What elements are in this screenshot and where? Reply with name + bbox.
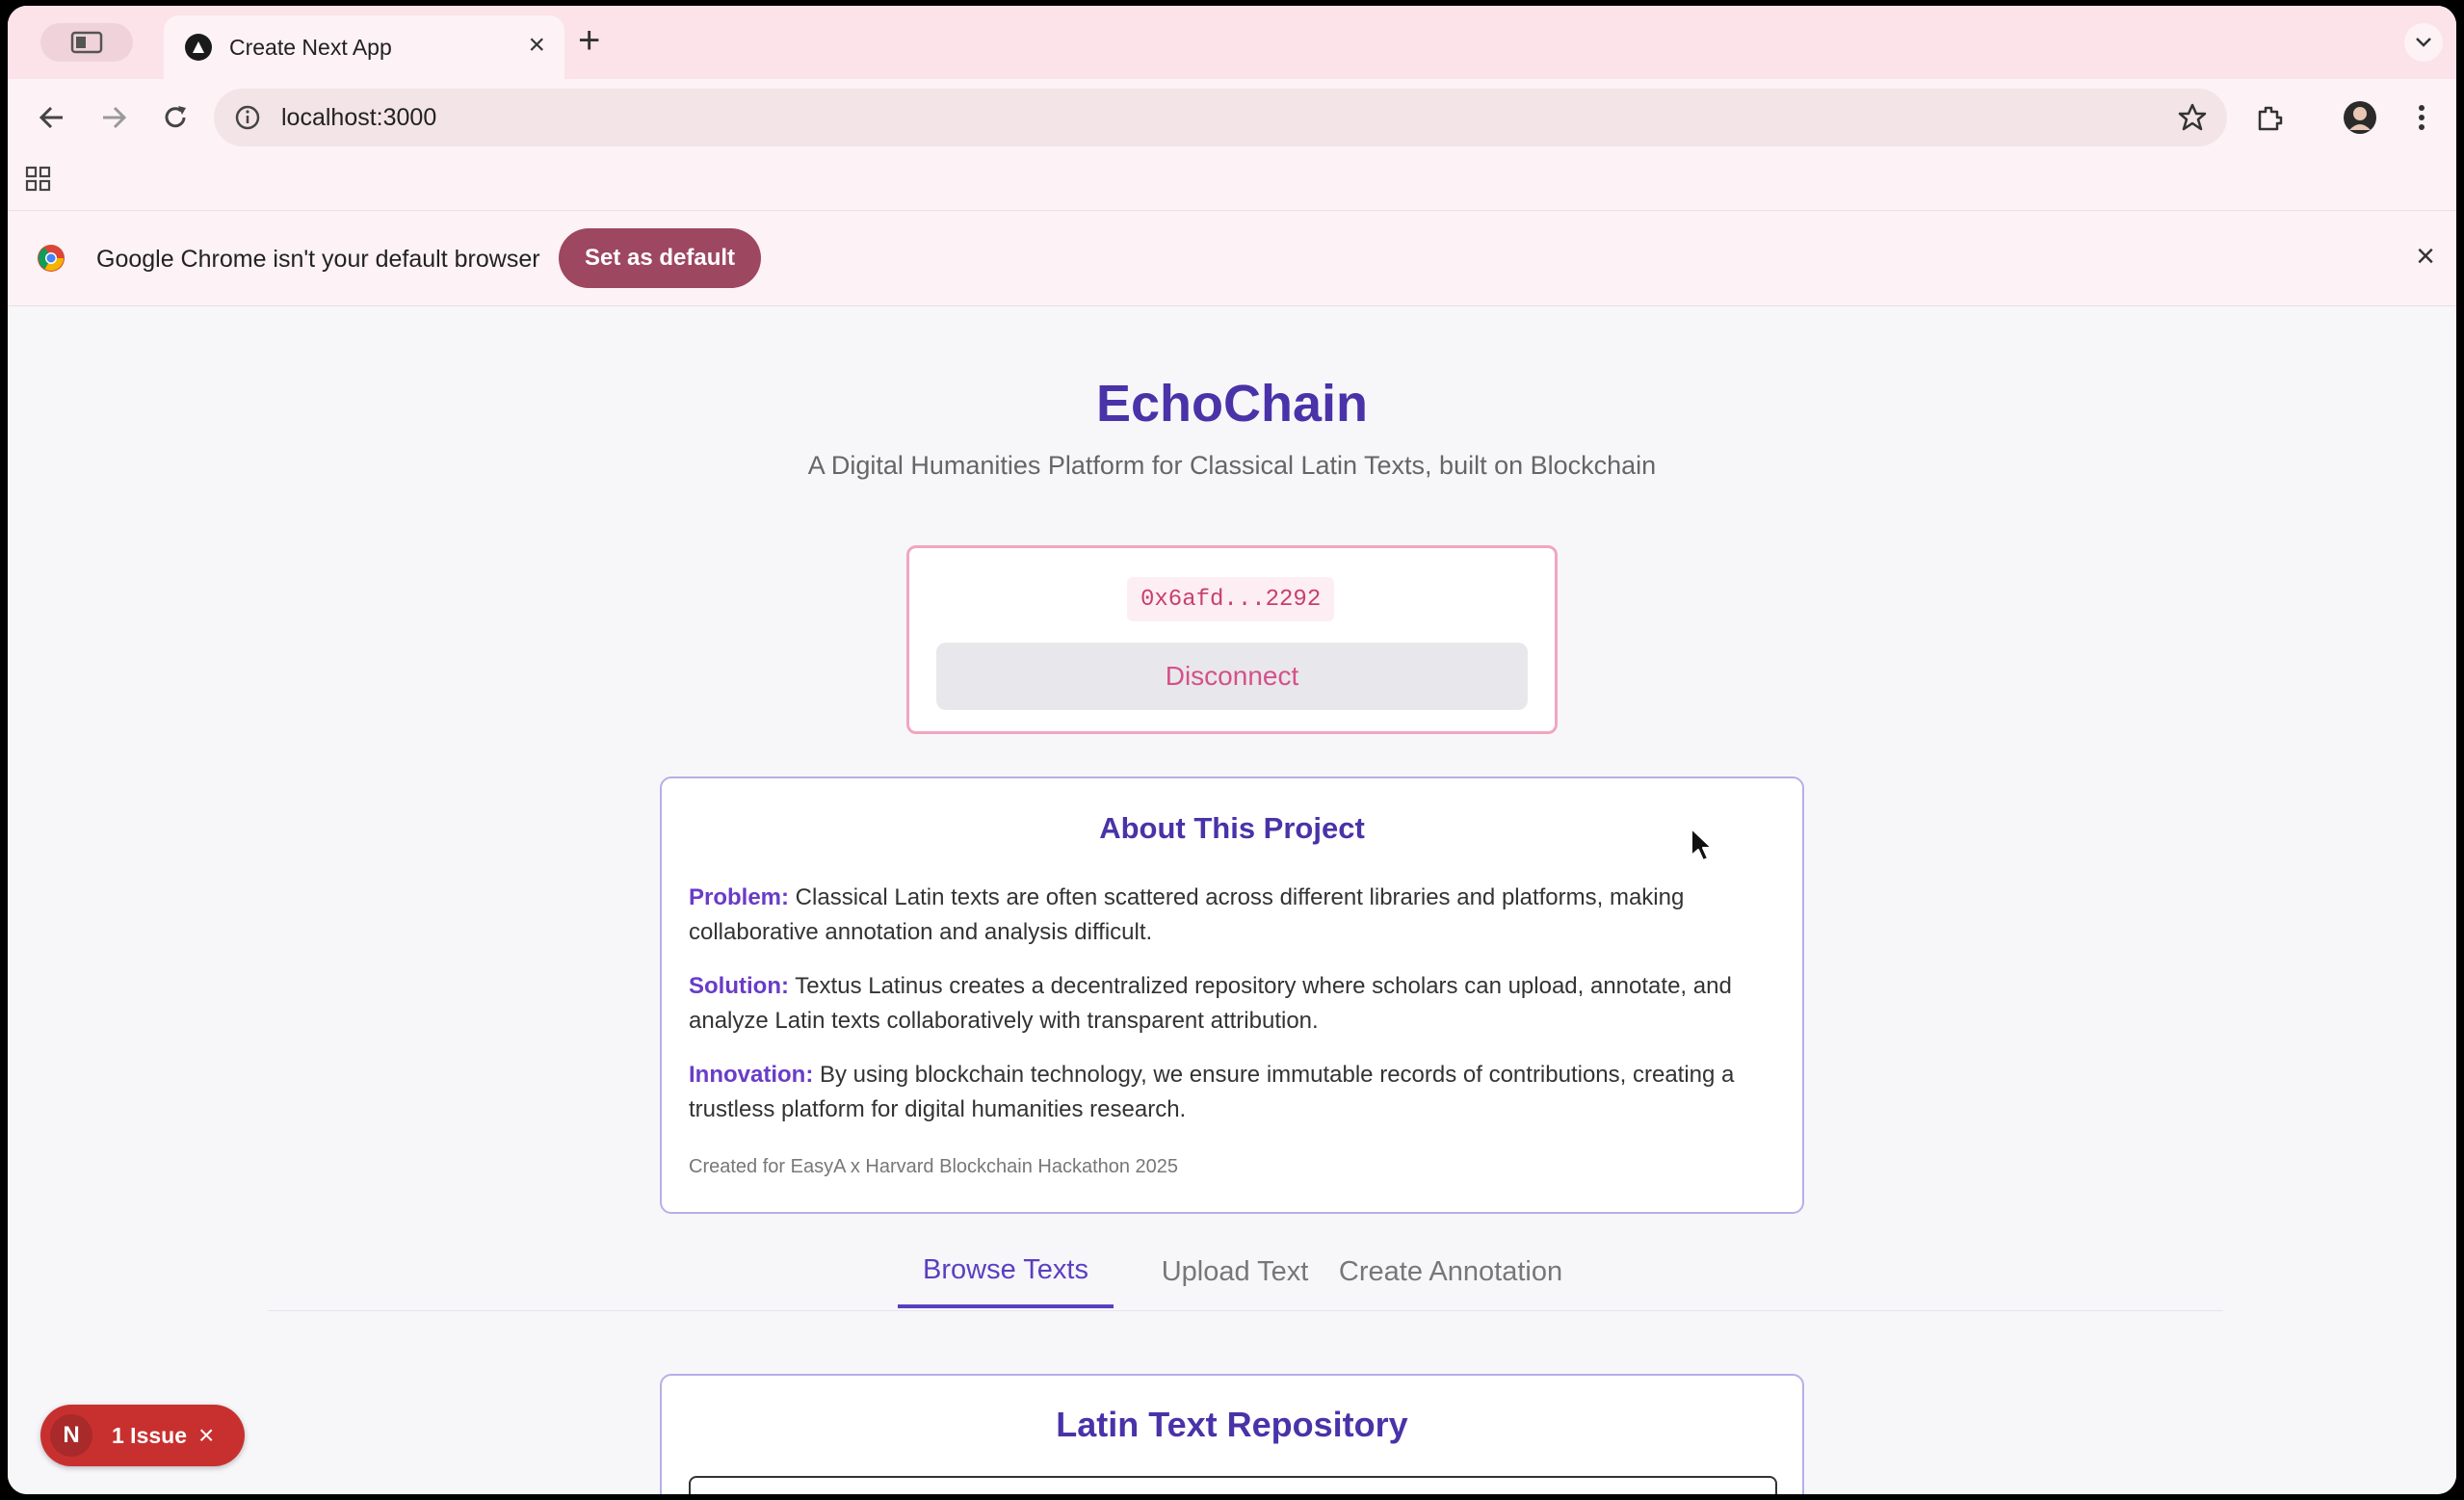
mouse-cursor-icon xyxy=(1690,827,1715,868)
dev-issues-badge[interactable]: N 1 Issue × xyxy=(40,1405,245,1466)
browser-toolbar: localhost:3000 xyxy=(8,79,2456,156)
innovation-paragraph: Innovation: By using blockchain technolo… xyxy=(689,1058,1777,1127)
browser-tab[interactable]: Create Next App × xyxy=(164,15,564,79)
tab-title: Create Next App xyxy=(229,34,392,60)
url-text[interactable]: localhost:3000 xyxy=(281,104,436,132)
address-bar[interactable]: localhost:3000 xyxy=(214,89,2227,146)
profile-avatar-icon[interactable] xyxy=(2341,98,2379,137)
innovation-label: Innovation: xyxy=(689,1062,814,1088)
reload-icon[interactable] xyxy=(156,98,195,137)
issues-close-icon[interactable]: × xyxy=(198,1422,214,1449)
repository-search-input[interactable] xyxy=(689,1476,1777,1494)
page-subtitle: A Digital Humanities Platform for Classi… xyxy=(807,451,1657,480)
page-content: EchoChain A Digital Humanities Platform … xyxy=(8,306,2456,1494)
infobar-message: Google Chrome isn't your default browser xyxy=(96,246,540,273)
tab-close-icon[interactable]: × xyxy=(528,31,545,60)
main-tabs: Browse Texts Upload Text Create Annotati… xyxy=(268,1235,2223,1311)
issues-count[interactable]: 1 Issue xyxy=(112,1423,187,1449)
bookmark-star-icon[interactable] xyxy=(2177,102,2208,138)
nextjs-logo-icon: N xyxy=(50,1414,92,1457)
nextjs-favicon-icon xyxy=(185,34,212,61)
solution-label: Solution: xyxy=(689,973,789,999)
tab-strip: Create Next App × + xyxy=(8,6,2456,79)
disconnect-button[interactable]: Disconnect xyxy=(936,643,1528,710)
wallet-address: 0x6afd...2292 xyxy=(1127,577,1335,621)
apps-grid-icon[interactable] xyxy=(25,166,52,197)
solution-text: Textus Latinus creates a decentralized r… xyxy=(689,973,1732,1034)
default-browser-infobar: Google Chrome isn't your default browser… xyxy=(8,210,2456,307)
tab-groups-icon[interactable] xyxy=(40,23,133,62)
new-tab-icon[interactable]: + xyxy=(578,21,600,60)
innovation-text: By using blockchain technology, we ensur… xyxy=(689,1062,1735,1122)
repository-title: Latin Text Repository xyxy=(1056,1405,1408,1444)
more-menu-icon[interactable] xyxy=(2402,98,2441,137)
problem-text: Classical Latin texts are often scattere… xyxy=(689,884,1685,945)
wallet-card: 0x6afd...2292 Disconnect xyxy=(906,545,1558,734)
problem-paragraph: Problem: Classical Latin texts are often… xyxy=(689,881,1777,950)
tab-upload-text[interactable]: Upload Text xyxy=(1139,1235,1331,1308)
tab-create-annotation[interactable]: Create Annotation xyxy=(1333,1235,1568,1308)
browser-chrome: Create Next App × + localhost:3000 Googl… xyxy=(8,6,2456,307)
repository-card: Latin Text Repository xyxy=(660,1374,1804,1494)
problem-label: Problem: xyxy=(689,884,790,910)
tab-browse-texts[interactable]: Browse Texts xyxy=(898,1235,1114,1308)
site-info-icon[interactable] xyxy=(233,103,262,132)
chrome-logo-icon xyxy=(37,244,66,273)
chevron-down-icon[interactable] xyxy=(2404,23,2443,62)
extensions-puzzle-icon[interactable] xyxy=(2250,98,2289,137)
back-arrow-icon[interactable] xyxy=(33,98,71,137)
page-title: EchoChain xyxy=(1095,375,1369,433)
bookmarks-bar xyxy=(8,156,2456,210)
set-as-default-button[interactable]: Set as default xyxy=(559,228,761,288)
about-title: About This Project xyxy=(1099,811,1365,845)
browser-window: Create Next App × + localhost:3000 Googl… xyxy=(8,6,2456,1494)
solution-paragraph: Solution: Textus Latinus creates a decen… xyxy=(689,969,1777,1039)
forward-arrow-icon[interactable] xyxy=(94,98,133,137)
infobar-close-icon[interactable]: × xyxy=(2416,240,2435,273)
about-card: About This Project Problem: Classical La… xyxy=(660,776,1804,1214)
about-footer: Created for EasyA x Harvard Blockchain H… xyxy=(689,1156,1179,1177)
